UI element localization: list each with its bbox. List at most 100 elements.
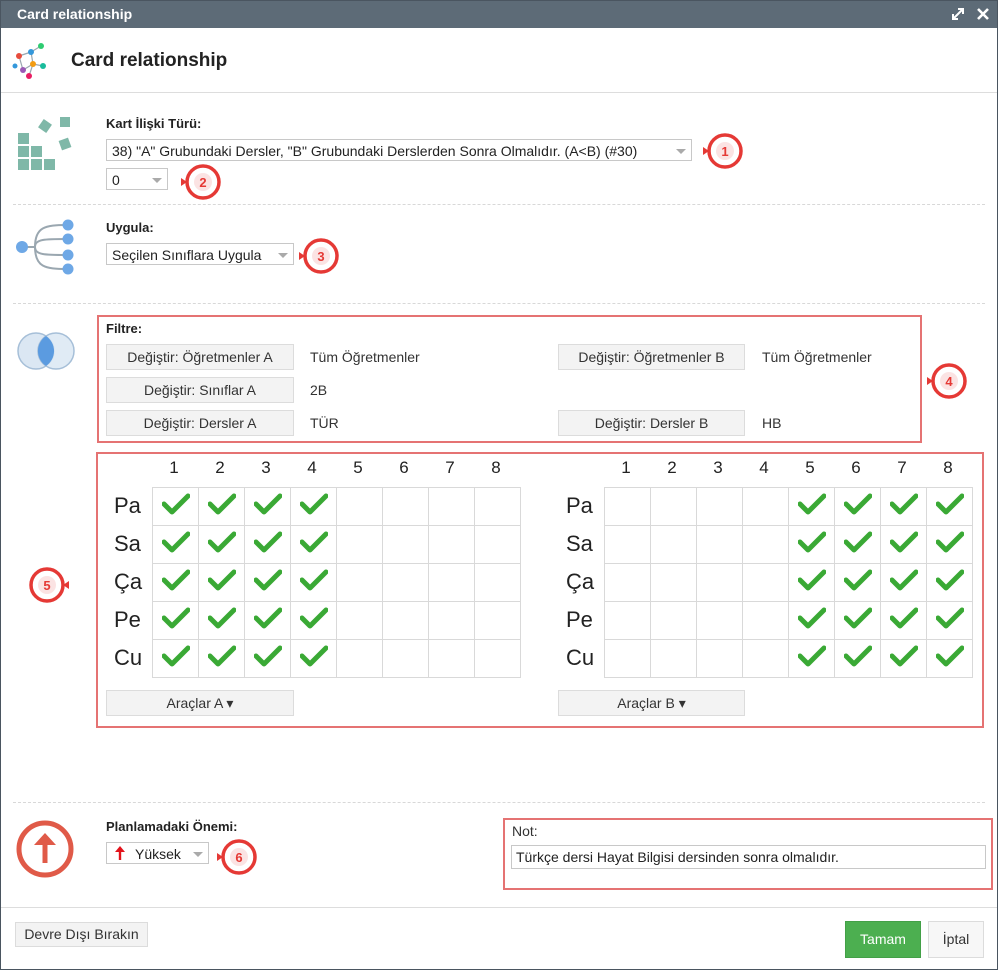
period-cell[interactable] bbox=[336, 601, 383, 640]
period-cell[interactable] bbox=[198, 487, 245, 526]
period-cell[interactable] bbox=[198, 525, 245, 564]
period-cell[interactable] bbox=[834, 487, 881, 526]
period-cell[interactable] bbox=[834, 563, 881, 602]
column-header[interactable]: 7 bbox=[440, 458, 460, 478]
column-header[interactable]: 5 bbox=[800, 458, 820, 478]
period-cell[interactable] bbox=[880, 487, 927, 526]
change-teachers-a-button[interactable]: Değiştir: Öğretmenler A bbox=[106, 344, 294, 370]
column-header[interactable]: 6 bbox=[394, 458, 414, 478]
period-cell[interactable] bbox=[650, 639, 697, 678]
period-cell[interactable] bbox=[604, 639, 651, 678]
period-cell[interactable] bbox=[244, 639, 291, 678]
row-label[interactable]: Pa bbox=[114, 493, 141, 519]
period-cell[interactable] bbox=[880, 525, 927, 564]
disable-button[interactable]: Devre Dışı Bırakın bbox=[15, 922, 148, 947]
column-header[interactable]: 5 bbox=[348, 458, 368, 478]
close-icon[interactable] bbox=[976, 1, 990, 30]
period-cell[interactable] bbox=[244, 563, 291, 602]
period-cell[interactable] bbox=[788, 487, 835, 526]
period-grid-a[interactable] bbox=[152, 487, 521, 678]
period-cell[interactable] bbox=[290, 525, 337, 564]
period-cell[interactable] bbox=[428, 639, 475, 678]
period-cell[interactable] bbox=[382, 563, 429, 602]
period-cell[interactable] bbox=[926, 601, 973, 640]
column-header[interactable]: 8 bbox=[486, 458, 506, 478]
column-header[interactable]: 1 bbox=[616, 458, 636, 478]
period-cell[interactable] bbox=[742, 639, 789, 678]
column-header[interactable]: 4 bbox=[302, 458, 322, 478]
column-header[interactable]: 7 bbox=[892, 458, 912, 478]
period-cell[interactable] bbox=[336, 639, 383, 678]
period-cell[interactable] bbox=[382, 525, 429, 564]
period-cell[interactable] bbox=[198, 601, 245, 640]
column-header[interactable]: 2 bbox=[210, 458, 230, 478]
period-cell[interactable] bbox=[788, 563, 835, 602]
period-cell[interactable] bbox=[336, 487, 383, 526]
period-cell[interactable] bbox=[650, 525, 697, 564]
period-cell[interactable] bbox=[244, 487, 291, 526]
column-header[interactable]: 6 bbox=[846, 458, 866, 478]
period-cell[interactable] bbox=[382, 487, 429, 526]
row-label[interactable]: Pe bbox=[114, 607, 141, 633]
period-cell[interactable] bbox=[696, 639, 743, 678]
period-cell[interactable] bbox=[382, 639, 429, 678]
period-cell[interactable] bbox=[428, 601, 475, 640]
period-cell[interactable] bbox=[880, 639, 927, 678]
period-cell[interactable] bbox=[650, 563, 697, 602]
period-cell[interactable] bbox=[650, 601, 697, 640]
period-cell[interactable] bbox=[382, 601, 429, 640]
period-cell[interactable] bbox=[198, 639, 245, 678]
period-cell[interactable] bbox=[926, 525, 973, 564]
period-cell[interactable] bbox=[742, 563, 789, 602]
tools-b-button[interactable]: Araçlar B ▾ bbox=[558, 690, 745, 716]
period-cell[interactable] bbox=[290, 563, 337, 602]
period-cell[interactable] bbox=[650, 487, 697, 526]
apply-select[interactable]: Seçilen Sınıflara Uygula bbox=[106, 243, 294, 265]
row-label[interactable]: Pe bbox=[566, 607, 593, 633]
period-cell[interactable] bbox=[244, 601, 291, 640]
period-cell[interactable] bbox=[834, 525, 881, 564]
note-input[interactable]: Türkçe dersi Hayat Bilgisi dersinden son… bbox=[511, 845, 986, 869]
period-cell[interactable] bbox=[788, 525, 835, 564]
ok-button[interactable]: Tamam bbox=[845, 921, 921, 958]
period-cell[interactable] bbox=[152, 487, 199, 526]
period-cell[interactable] bbox=[152, 563, 199, 602]
tools-a-button[interactable]: Araçlar A ▾ bbox=[106, 690, 294, 716]
period-cell[interactable] bbox=[880, 563, 927, 602]
period-cell[interactable] bbox=[696, 601, 743, 640]
column-header[interactable]: 3 bbox=[256, 458, 276, 478]
period-cell[interactable] bbox=[696, 487, 743, 526]
row-label[interactable]: Cu bbox=[114, 645, 142, 671]
period-cell[interactable] bbox=[290, 639, 337, 678]
period-cell[interactable] bbox=[926, 487, 973, 526]
period-cell[interactable] bbox=[604, 525, 651, 564]
period-cell[interactable] bbox=[474, 639, 521, 678]
period-cell[interactable] bbox=[474, 487, 521, 526]
column-header[interactable]: 8 bbox=[938, 458, 958, 478]
period-cell[interactable] bbox=[880, 601, 927, 640]
row-label[interactable]: Ça bbox=[114, 569, 142, 595]
row-label[interactable]: Ça bbox=[566, 569, 594, 595]
period-cell[interactable] bbox=[474, 601, 521, 640]
period-cell[interactable] bbox=[788, 601, 835, 640]
row-label[interactable]: Pa bbox=[566, 493, 593, 519]
period-cell[interactable] bbox=[474, 563, 521, 602]
period-cell[interactable] bbox=[244, 525, 291, 564]
period-cell[interactable] bbox=[834, 639, 881, 678]
period-cell[interactable] bbox=[696, 525, 743, 564]
period-cell[interactable] bbox=[428, 563, 475, 602]
change-teachers-b-button[interactable]: Değiştir: Öğretmenler B bbox=[558, 344, 745, 370]
cancel-button[interactable]: İptal bbox=[928, 921, 984, 958]
row-label[interactable]: Cu bbox=[566, 645, 594, 671]
period-cell[interactable] bbox=[428, 487, 475, 526]
period-cell[interactable] bbox=[926, 563, 973, 602]
period-cell[interactable] bbox=[290, 487, 337, 526]
row-label[interactable]: Sa bbox=[566, 531, 593, 557]
period-cell[interactable] bbox=[788, 639, 835, 678]
period-cell[interactable] bbox=[290, 601, 337, 640]
period-cell[interactable] bbox=[152, 639, 199, 678]
relation-param-select[interactable]: 0 bbox=[106, 168, 168, 190]
period-cell[interactable] bbox=[152, 601, 199, 640]
period-cell[interactable] bbox=[604, 487, 651, 526]
change-subjects-a-button[interactable]: Değiştir: Dersler A bbox=[106, 410, 294, 436]
